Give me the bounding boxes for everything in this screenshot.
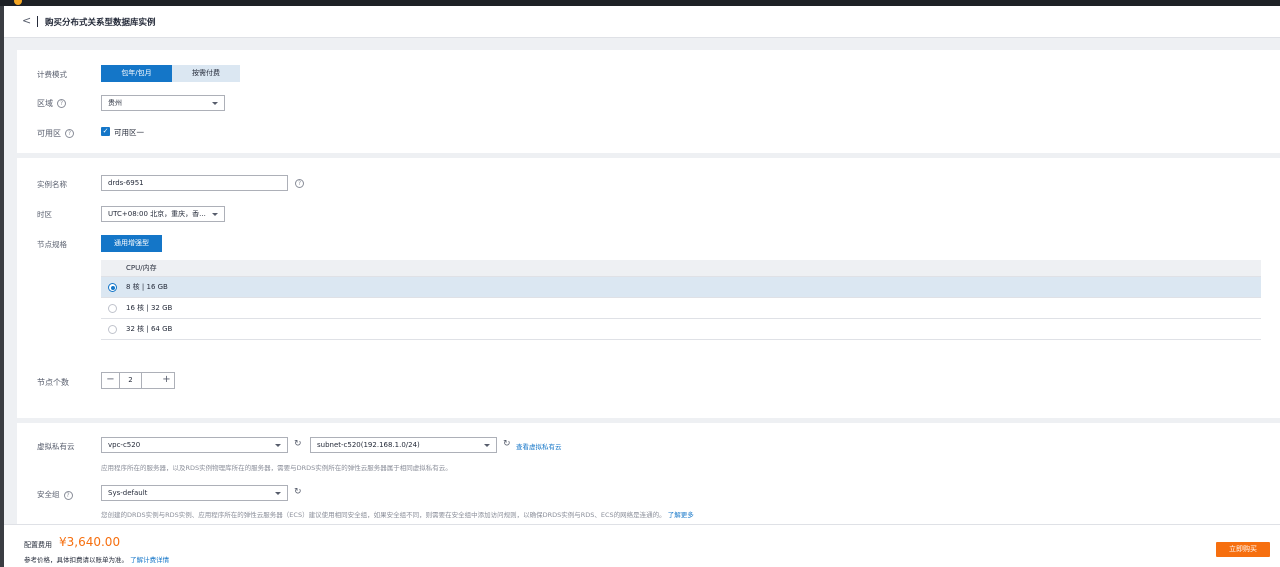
page-title: 购买分布式关系型数据库实例 [45,18,156,28]
billing-label: 计费模式 [37,70,67,79]
radio-icon[interactable] [108,325,117,334]
help-icon[interactable]: ? [57,99,66,108]
node-spec-label: 节点规格 [37,240,67,249]
billing-detail-link[interactable]: 了解计费详情 [130,556,169,564]
spec-row[interactable]: 8 核 | 16 GB [101,277,1261,298]
billing-monthly-button[interactable]: 包年/包月 [101,65,172,82]
buy-now-button[interactable]: 立即购买 [1216,542,1270,557]
instance-name-label: 实例名称 [37,180,67,189]
radio-selected-icon[interactable] [108,283,117,292]
security-group-label: 安全组? [37,489,73,500]
left-nav-strip [0,6,4,567]
az-checkbox[interactable]: ✓ [101,127,110,136]
spec-row[interactable]: 32 核 | 64 GB [101,319,1261,340]
minus-icon[interactable]: − [102,373,119,388]
spec-row[interactable]: 16 核 | 32 GB [101,298,1261,319]
back-icon[interactable]: < [22,14,31,27]
az-value: 可用区一 [114,128,144,137]
view-vpc-link[interactable]: 查看虚拟私有云 [516,441,562,451]
vpc-label: 虚拟私有云 [37,442,75,451]
header-divider [37,16,38,27]
instance-config-card: 实例名称 drds-6951 ? 时区 UTC+08:00 北京，重庆，香...… [17,158,1280,418]
order-footer: 配置费用 ¥3,640.00 参考价格，具体扣费请以账单为准。 了解计费详情 立… [4,524,1280,567]
page-header: < 购买分布式关系型数据库实例 [4,6,1280,38]
price-note: 参考价格，具体扣费请以账单为准。 了解计费详情 [24,556,170,564]
logo-icon [14,0,22,5]
instance-name-input[interactable]: drds-6951 [101,175,288,191]
timezone-label: 时区 [37,210,52,219]
learn-more-link[interactable]: 了解更多 [668,511,694,519]
security-group-hint: 您创建的DRDS实例与RDS实例、应用程序所在的弹性云服务器（ECS）建议使用相… [101,511,694,519]
node-count-value[interactable]: 2 [119,373,142,388]
basic-config-card: 计费模式 包年/包月 按需付费 区域? 贵州 可用区? ✓ 可用区一 [17,50,1280,153]
network-config-card: 虚拟私有云 vpc-c520 ↻ subnet-c520(192.168.1.0… [17,423,1280,524]
spec-table: CPU/内存 8 核 | 16 GB 16 核 | 32 GB 32 核 | 6… [101,260,1261,340]
region-label: 区域? [37,98,66,109]
timezone-select[interactable]: UTC+08:00 北京，重庆，香... [101,206,225,222]
billing-ondemand-button[interactable]: 按需付费 [172,65,240,82]
refresh-icon[interactable]: ↻ [294,439,302,449]
node-count-label: 节点个数 [37,378,69,387]
chevron-down-icon [275,492,281,495]
spec-table-header: CPU/内存 [101,260,1261,277]
help-icon[interactable]: ? [63,490,73,500]
chevron-down-icon [212,102,218,105]
security-group-select[interactable]: Sys-default [101,485,288,501]
fee-label: 配置费用 [24,541,52,549]
refresh-icon[interactable]: ↻ [294,487,302,497]
vpc-hint: 应用程序所在的服务器，以及RDS实例物理库所在的服务器，需要与DRDS实例所在的… [101,464,452,472]
plus-icon[interactable]: + [158,373,175,388]
chevron-down-icon [212,213,218,216]
help-icon[interactable]: ? [65,129,74,138]
chevron-down-icon [275,444,281,447]
help-icon[interactable]: ? [295,179,304,188]
price: ¥3,640.00 [59,535,121,549]
subnet-select[interactable]: subnet-c520(192.168.1.0/24) [310,437,497,453]
node-count-stepper[interactable]: − 2 + [101,372,175,389]
chevron-down-icon [484,444,490,447]
node-type-button[interactable]: 通用增强型 [101,235,162,252]
refresh-icon[interactable]: ↻ [503,439,511,449]
az-label: 可用区? [37,128,74,139]
vpc-select[interactable]: vpc-c520 [101,437,288,453]
region-select[interactable]: 贵州 [101,95,225,111]
radio-icon[interactable] [108,304,117,313]
